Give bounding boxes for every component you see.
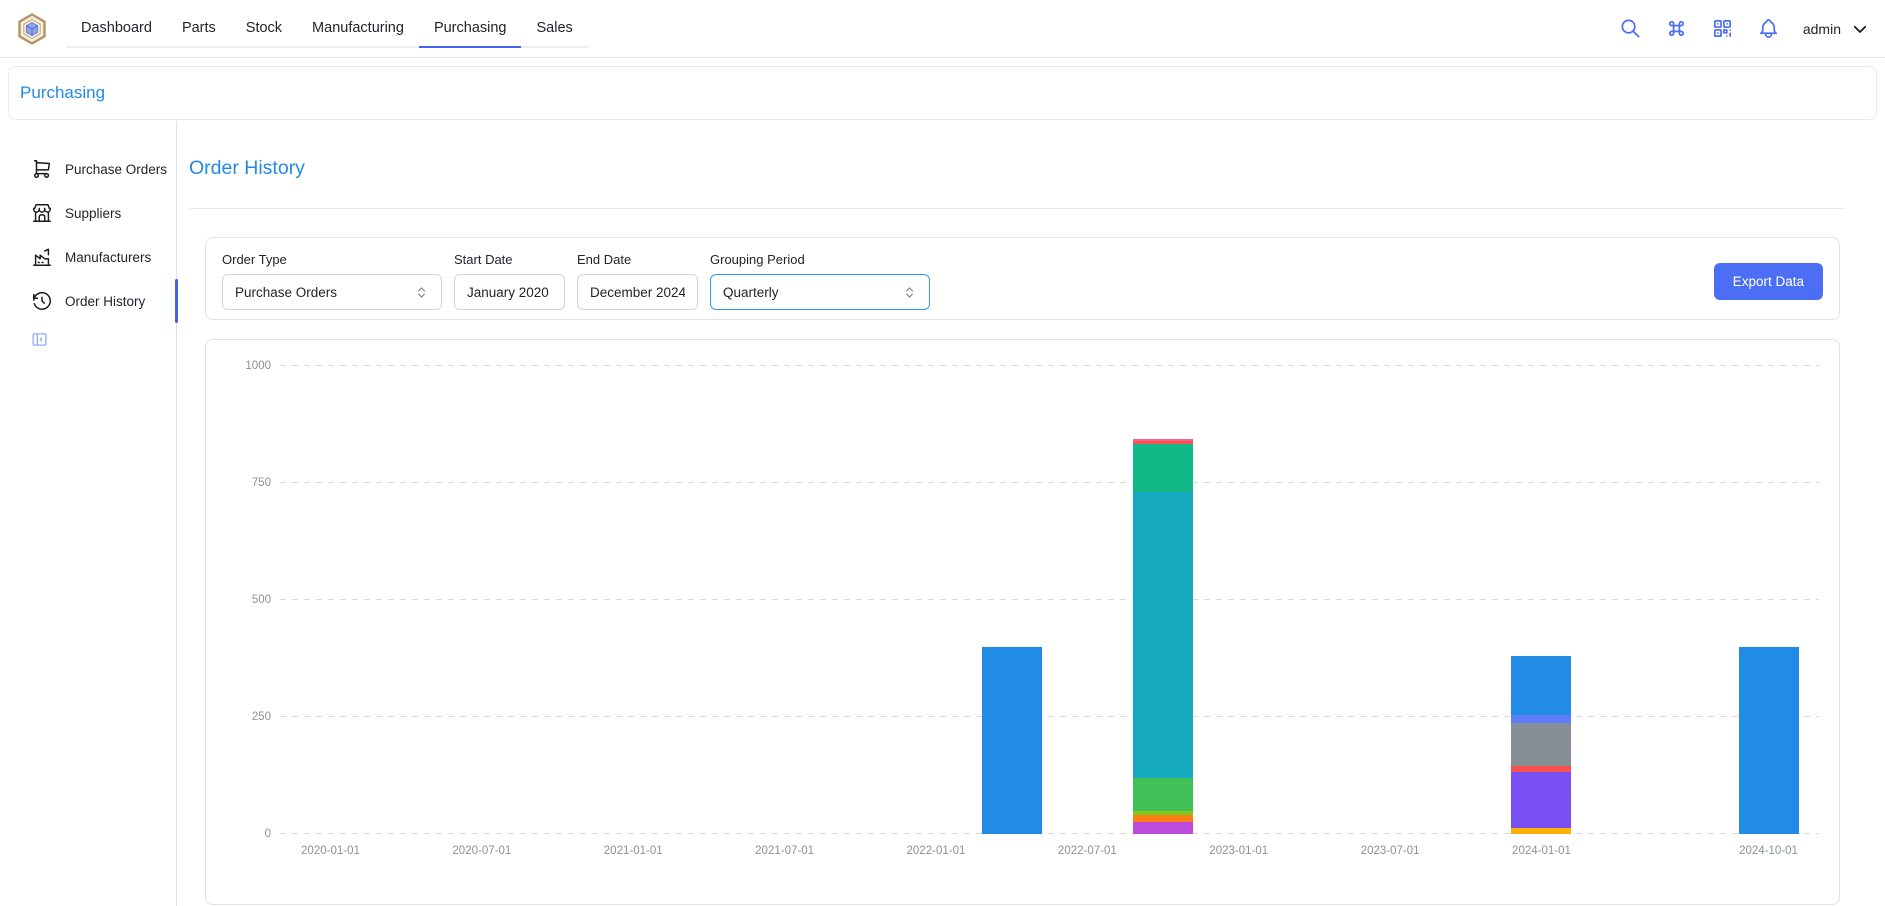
filter-start-date: Start Date <box>454 252 565 310</box>
sidebar-item-label: Manufacturers <box>65 250 151 265</box>
inventree-logo-icon[interactable] <box>16 13 48 45</box>
sidebar-active-indicator <box>175 279 178 323</box>
select-chevrons-icon <box>902 285 917 300</box>
chart-bar-segment[interactable] <box>1511 715 1571 722</box>
search-icon[interactable] <box>1619 17 1642 40</box>
sidebar-item-label: Purchase Orders <box>65 162 167 177</box>
tab-purchasing[interactable]: Purchasing <box>419 11 522 48</box>
tab-dashboard[interactable]: Dashboard <box>66 11 167 48</box>
app-header: Dashboard Parts Stock Manufacturing Purc… <box>0 0 1885 58</box>
breadcrumb: Purchasing <box>8 66 1877 120</box>
x-axis-tick-label: 2023-07-01 <box>1361 845 1420 857</box>
chevron-down-icon <box>1851 20 1869 38</box>
sidebar-item-purchase-orders[interactable]: Purchase Orders <box>0 147 176 191</box>
sidebar-item-manufacturers[interactable]: Manufacturers <box>0 235 176 279</box>
tab-sales[interactable]: Sales <box>521 11 587 48</box>
chart-bar-segment[interactable] <box>1511 656 1571 715</box>
chart-gridline <box>280 482 1819 483</box>
x-axis-tick-label: 2024-10-01 <box>1739 845 1798 857</box>
x-axis-tick-label: 2021-01-01 <box>604 845 663 857</box>
x-axis-tick-label: 2020-07-01 <box>452 845 511 857</box>
filter-grouping-period: Grouping Period Quarterly <box>710 252 930 310</box>
chart-bar-segment[interactable] <box>982 647 1042 834</box>
chart-gridline <box>280 599 1819 600</box>
x-axis-tick-label: 2022-07-01 <box>1058 845 1117 857</box>
order-type-select[interactable]: Purchase Orders <box>222 274 442 310</box>
x-axis-tick-label: 2024-01-01 <box>1512 845 1571 857</box>
chart-bar[interactable] <box>1739 647 1799 834</box>
main-nav-tabs: Dashboard Parts Stock Manufacturing Purc… <box>66 11 588 48</box>
tab-stock[interactable]: Stock <box>231 11 297 48</box>
chart-bar-segment[interactable] <box>1511 772 1571 828</box>
end-date-input[interactable] <box>577 274 698 310</box>
x-axis-tick-label: 2021-07-01 <box>755 845 814 857</box>
chart-bar-segment[interactable] <box>1511 828 1571 834</box>
chart-bar-segment[interactable] <box>1133 822 1193 834</box>
start-date-label: Start Date <box>454 252 565 268</box>
qr-code-scan-icon[interactable] <box>1711 17 1734 40</box>
y-axis-tick-label: 500 <box>252 594 271 606</box>
grouping-period-select[interactable]: Quarterly <box>710 274 930 310</box>
shopping-cart-icon <box>31 158 53 180</box>
x-axis-tick-label: 2023-01-01 <box>1209 845 1268 857</box>
chart-gridline <box>280 365 1819 366</box>
chart-bar-segment[interactable] <box>1133 492 1193 778</box>
grouping-period-label: Grouping Period <box>710 252 930 268</box>
filter-end-date: End Date <box>577 252 698 310</box>
chart-gridline <box>280 716 1819 717</box>
y-axis-tick-label: 250 <box>252 711 271 723</box>
factory-icon <box>31 246 53 268</box>
x-axis-tick-label: 2020-01-01 <box>301 845 360 857</box>
sidebar-item-suppliers[interactable]: Suppliers <box>0 191 176 235</box>
chart-bar[interactable] <box>982 647 1042 834</box>
command-palette-icon[interactable] <box>1665 17 1688 40</box>
y-axis-tick-label: 750 <box>252 477 271 489</box>
user-name-label: admin <box>1803 21 1841 37</box>
filter-card: Order Type Purchase Orders Start Date En… <box>205 237 1840 320</box>
sidebar-item-order-history[interactable]: Order History <box>0 279 176 323</box>
grouping-period-value: Quarterly <box>723 285 779 300</box>
y-axis-tick-label: 1000 <box>245 360 271 372</box>
x-axis-tick-label: 2022-01-01 <box>907 845 966 857</box>
order-history-chart-card: 0 250 500 750 1000 2020-01-01 2020-07-01 2021-0… <box>205 339 1840 905</box>
chart-bar-segment[interactable] <box>1133 778 1193 811</box>
export-data-button[interactable]: Export Data <box>1714 263 1823 300</box>
content-area: Purchase Orders Suppliers Manufacturers … <box>0 121 1885 906</box>
filter-order-type: Order Type Purchase Orders <box>222 252 442 310</box>
building-store-icon <box>31 202 53 224</box>
title-divider <box>189 208 1845 209</box>
select-chevrons-icon <box>414 285 429 300</box>
order-history-chart-plot: 025050075010002020-01-012020-07-012021-0… <box>280 366 1819 834</box>
chart-bar[interactable] <box>1511 656 1571 834</box>
page-title: Order History <box>189 155 1845 182</box>
chart-bar-segment[interactable] <box>1133 444 1193 492</box>
tab-manufacturing[interactable]: Manufacturing <box>297 11 419 48</box>
chart-bar-segment[interactable] <box>1133 815 1193 822</box>
user-menu[interactable]: admin <box>1803 20 1869 38</box>
chart-bar-segment[interactable] <box>1739 647 1799 834</box>
chart-bar-segment[interactable] <box>1511 723 1571 767</box>
chart-bar[interactable] <box>1133 439 1193 834</box>
header-actions: admin <box>1619 17 1869 40</box>
chart-gridline <box>280 833 1819 834</box>
sidebar: Purchase Orders Suppliers Manufacturers … <box>0 121 177 906</box>
order-type-value: Purchase Orders <box>235 285 337 300</box>
tab-parts[interactable]: Parts <box>167 11 231 48</box>
start-date-input[interactable] <box>454 274 565 310</box>
breadcrumb-purchasing-link[interactable]: Purchasing <box>20 83 105 103</box>
notifications-bell-icon[interactable] <box>1757 17 1780 40</box>
main-panel: Order History Order Type Purchase Orders… <box>177 121 1885 906</box>
y-axis-tick-label: 0 <box>265 828 271 840</box>
sidebar-item-label: Order History <box>65 294 145 309</box>
history-clock-icon <box>31 290 53 312</box>
order-type-label: Order Type <box>222 252 442 268</box>
end-date-label: End Date <box>577 252 698 268</box>
sidebar-item-label: Suppliers <box>65 206 121 221</box>
sidebar-collapse-icon[interactable] <box>31 331 48 348</box>
